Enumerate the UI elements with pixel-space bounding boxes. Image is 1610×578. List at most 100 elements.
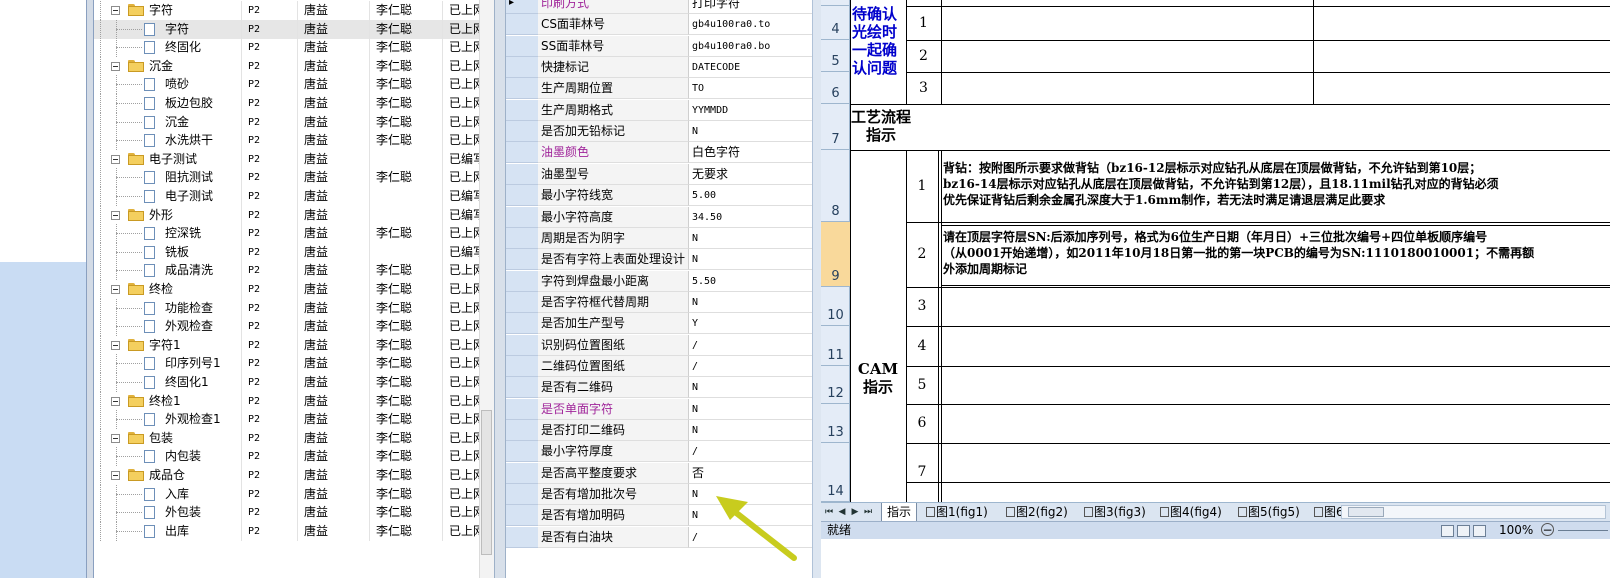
tree-item-row[interactable]: 阻抗测试 P2 唐益 李仁聪 已上网 — [94, 168, 494, 188]
row-header[interactable]: 6 — [821, 72, 850, 104]
prev-sheet-icon[interactable]: ◀ — [836, 505, 848, 519]
tree-item-row[interactable]: 外包装 P2 唐益 李仁聪 已上网 — [94, 503, 494, 523]
property-row[interactable]: 是否有二维码 N — [506, 377, 812, 399]
tree-item-row[interactable]: 字符 P2 唐益 李仁聪 已上网 — [94, 19, 494, 39]
confirm-heading-cell[interactable]: 待确认 光绘时 一起确 认问题 — [852, 3, 905, 103]
property-row[interactable]: 最小字符高度 34.50 — [506, 206, 812, 228]
collapse-toggle-icon[interactable] — [111, 210, 120, 220]
tree-scrollbar-thumb[interactable] — [481, 410, 492, 555]
property-sheet-splitter[interactable] — [812, 0, 821, 578]
property-value[interactable]: / — [689, 355, 812, 377]
property-value[interactable]: YYMMDD — [689, 99, 812, 121]
tree-item-row[interactable]: 入库 P2 唐益 李仁聪 已上网 — [94, 484, 494, 504]
tree-item-row[interactable]: 水洗烘干 P2 唐益 李仁聪 已上网 — [94, 131, 494, 151]
row-header[interactable]: 11 — [821, 326, 850, 366]
tree-folder-row[interactable]: 电子测试 P2 唐益 已编写 — [94, 149, 494, 169]
property-value[interactable]: / — [689, 334, 812, 356]
property-value[interactable]: 无要求 — [689, 163, 812, 185]
property-row[interactable]: 识别码位置图纸 / — [506, 334, 812, 356]
property-row[interactable]: 油墨颜色 白色字符 — [506, 142, 812, 164]
property-row[interactable]: 最小字符线宽 5.00 — [506, 185, 812, 207]
property-value[interactable]: N — [689, 249, 812, 271]
page-break-view-icon[interactable] — [1473, 525, 1486, 537]
collapse-toggle-icon[interactable] — [111, 340, 120, 350]
property-row[interactable]: 是否字符框代替周期 N — [506, 291, 812, 313]
tree-item-row[interactable]: 外观检查1 P2 唐益 李仁聪 已上网 — [94, 410, 494, 430]
tree-folder-row[interactable]: 外形 P2 唐益 已编写 — [94, 205, 494, 225]
sheet-tab[interactable]: 图5(fig5) — [1233, 503, 1305, 521]
property-row[interactable]: 二维码位置图纸 / — [506, 355, 812, 377]
tree-item-row[interactable]: 出库 P2 唐益 李仁聪 已上网 — [94, 521, 494, 541]
collapse-toggle-icon[interactable] — [111, 433, 120, 443]
row-header[interactable]: 4 — [821, 6, 850, 40]
property-value[interactable]: 5.50 — [689, 270, 812, 292]
tree-item-row[interactable]: 电子测试 P2 唐益 已编写 — [94, 187, 494, 206]
tree-item-row[interactable]: 板边包胶 P2 唐益 李仁聪 已上网 — [94, 94, 494, 113]
zoom-level[interactable]: 100% — [1499, 522, 1533, 539]
confirm-number-cell[interactable]: 3 — [906, 72, 941, 104]
tree-folder-row[interactable]: 字符 P2 唐益 李仁聪 已上网 — [94, 1, 494, 20]
property-value[interactable]: N — [689, 291, 812, 313]
property-row[interactable]: 生产周期格式 YYMMDD — [506, 99, 812, 121]
page-layout-view-icon[interactable] — [1457, 525, 1470, 537]
property-row[interactable]: 是否单面字符 N — [506, 398, 812, 420]
property-value[interactable]: gb4u100ra0.bo — [689, 35, 812, 57]
tree-item-row[interactable]: 成品清洗 P2 唐益 李仁聪 已上网 — [94, 261, 494, 281]
sheet-tab[interactable]: 图2(fig2) — [1001, 503, 1073, 521]
property-value[interactable]: N — [689, 227, 812, 249]
tree-item-row[interactable]: 内包装 P2 唐益 李仁聪 已上网 — [94, 447, 494, 467]
tree-item-row[interactable]: 功能检查 P2 唐益 李仁聪 已上网 — [94, 298, 494, 318]
property-row[interactable]: ▸ 印刷方式 打印字符 — [506, 0, 812, 14]
property-value[interactable]: Y — [689, 313, 812, 335]
tree-folder-row[interactable]: 成品仓 P2 唐益 李仁聪 已上网 — [94, 466, 494, 485]
property-row[interactable]: 是否打印二维码 N — [506, 420, 812, 441]
left-splitter[interactable] — [86, 0, 94, 578]
cam-instruction-2[interactable]: 请在顶层字符层SN:后添加序列号，格式为6位生产日期（年月日）+三位批次编号+四… — [943, 229, 1610, 285]
property-value[interactable]: N — [689, 121, 812, 143]
collapse-toggle-icon[interactable] — [111, 396, 120, 406]
property-value[interactable]: 白色字符 — [689, 142, 812, 164]
tree-item-row[interactable]: 喷砂 P2 唐益 李仁聪 已上网 — [94, 75, 494, 95]
property-row[interactable]: 周期是否为阴字 N — [506, 227, 812, 249]
row-header[interactable]: 8 — [821, 150, 850, 222]
property-row[interactable]: 生产周期位置 TO — [506, 78, 812, 100]
property-value[interactable]: TO — [689, 78, 812, 100]
tree-folder-row[interactable]: 沉金 P2 唐益 李仁聪 已上网 — [94, 56, 494, 76]
cam-number-cell[interactable]: 2 — [906, 222, 938, 287]
property-value[interactable]: 5.00 — [689, 185, 812, 207]
sheet-tab[interactable]: 指示 — [881, 503, 918, 521]
row-header[interactable]: 9 — [821, 222, 850, 287]
confirm-number-cell[interactable]: 2 — [906, 40, 941, 72]
next-sheet-icon[interactable]: ▶ — [849, 505, 861, 519]
collapse-toggle-icon[interactable] — [111, 471, 120, 480]
cam-number-cell[interactable]: 3 — [906, 287, 938, 326]
property-value[interactable]: N — [689, 420, 812, 441]
normal-view-icon[interactable] — [1441, 525, 1454, 537]
cam-number-cell[interactable]: 1 — [906, 150, 938, 222]
last-sheet-icon[interactable]: ⏭ — [862, 505, 874, 519]
tree-item-row[interactable]: 终固化 P2 唐益 李仁聪 已上网 — [94, 38, 494, 58]
tree-item-row[interactable]: 外观检查 P2 唐益 李仁聪 已上网 — [94, 317, 494, 337]
first-sheet-icon[interactable]: ⏮ — [823, 505, 835, 519]
collapse-toggle-icon[interactable] — [111, 285, 120, 294]
property-value[interactable]: N — [689, 398, 812, 420]
horizontal-scrollbar[interactable] — [1341, 505, 1606, 519]
cam-heading-cell[interactable]: CAM 指示 — [850, 360, 906, 404]
collapse-toggle-icon[interactable] — [111, 6, 120, 15]
property-row[interactable]: 是否加无铅标记 N — [506, 121, 812, 143]
tree-item-row[interactable]: 终固化1 P2 唐益 李仁聪 已上网 — [94, 373, 494, 392]
collapse-toggle-icon[interactable] — [111, 61, 120, 71]
row-header[interactable]: 12 — [821, 366, 850, 404]
property-row[interactable]: 最小字符厚度 / — [506, 441, 812, 463]
property-value[interactable]: 34.50 — [689, 206, 812, 228]
property-row[interactable]: 是否有字符上表面处理设计 N — [506, 249, 812, 271]
row-header[interactable]: 13 — [821, 404, 850, 443]
cam-number-cell[interactable]: 7 — [906, 443, 938, 502]
cam-number-cell[interactable]: 6 — [906, 404, 938, 443]
row-header[interactable]: 10 — [821, 287, 850, 326]
cam-instruction-1[interactable]: 背钻：按附图所示要求做背钻（bz16-12层标示对应钻孔从底层在顶层做背钻，不允… — [943, 160, 1610, 216]
horizontal-scrollbar-thumb[interactable] — [1348, 507, 1384, 517]
cam-number-cell[interactable]: 4 — [906, 326, 938, 366]
tree-folder-row[interactable]: 字符1 P2 唐益 李仁聪 已上网 — [94, 335, 494, 355]
property-value[interactable]: 打印字符 — [689, 0, 812, 14]
